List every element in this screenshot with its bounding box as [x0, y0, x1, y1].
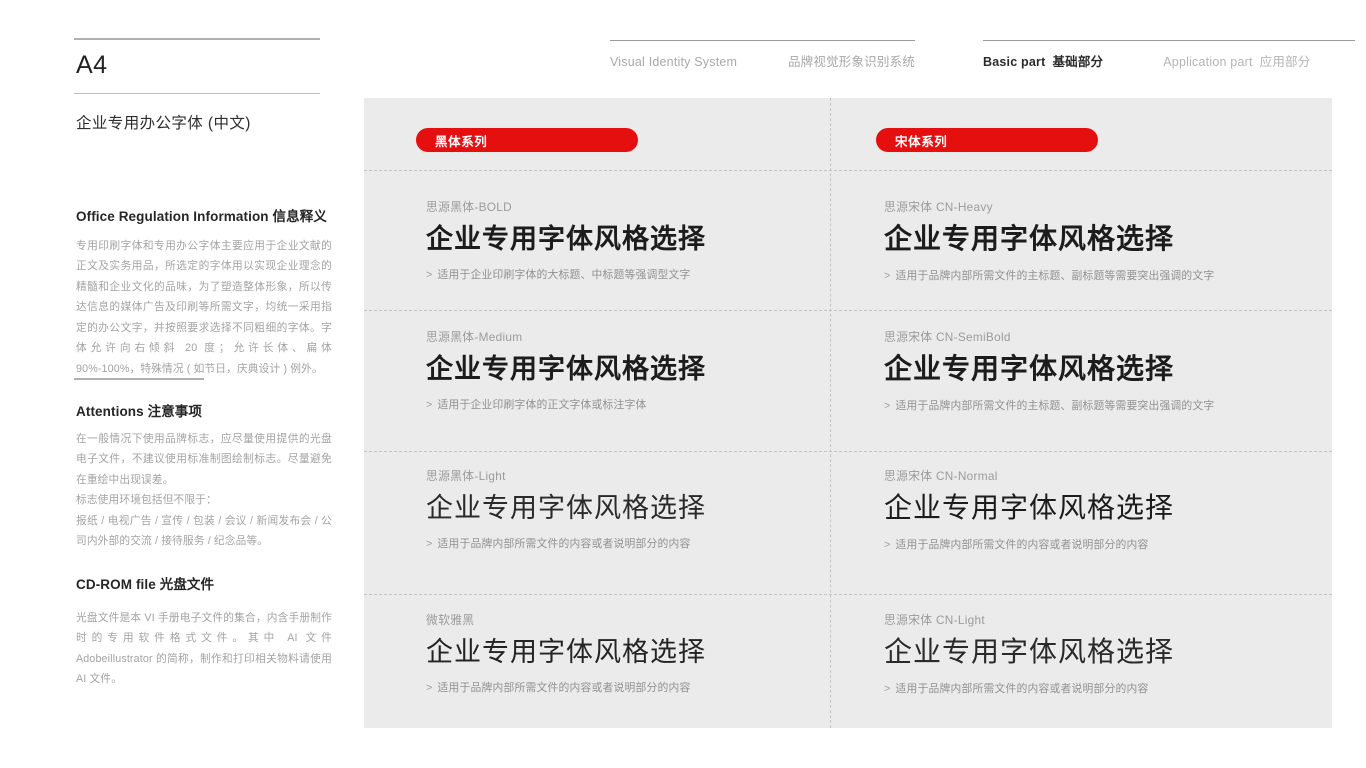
nav-visual-identity-system-cn: 品牌视觉形象识别系统	[787, 55, 915, 69]
section-heading-cdrom-en: CD-ROM file	[76, 577, 156, 592]
font-sample-usage: > 适用于品牌内部所需文件的主标题、副标题等需要突出强调的文字	[884, 397, 1304, 413]
font-sample-name: 微软雅黑	[426, 613, 475, 627]
font-sample-heiti-medium: 思源黑体-Medium 企业专用字体风格选择 > 适用于企业印刷字体的正文字体或标…	[426, 328, 846, 412]
section-body-attentions-1: 在一般情况下使用品牌标志，应尽量使用提供的光盘电子文件，不建议使用标准制图绘制标…	[76, 432, 332, 486]
font-sample-songti-normal: 思源宋体 CN-Normal 企业专用字体风格选择 > 适用于品牌内部所需文件的内…	[884, 467, 1304, 552]
grid-divider-horizontal	[364, 594, 1332, 595]
section-office-regulation: Office Regulation Information 信息释义 专用印刷字…	[74, 208, 332, 379]
nav-application-part-en[interactable]: Application part	[1163, 55, 1252, 69]
category-badge-songti[interactable]: 宋体系列	[876, 128, 1098, 152]
page-title: 企业专用办公字体 (中文)	[76, 114, 251, 132]
grid-divider-horizontal	[364, 310, 1332, 311]
section-heading-office: Office Regulation Information 信息释义	[76, 208, 332, 226]
font-sample-name: 思源宋体 CN-Normal	[884, 469, 998, 483]
font-sample-name: 思源宋体 CN-Light	[884, 613, 985, 627]
section-heading-office-en: Office Regulation Information	[76, 209, 269, 224]
font-sample-specimen: 企业专用字体风格选择	[426, 637, 706, 667]
font-sample-usage: > 适用于企业印刷字体的大标题、中标题等强调型文字	[426, 266, 846, 282]
font-sample-specimen: 企业专用字体风格选择	[426, 354, 706, 384]
font-sample-songti-light: 思源宋体 CN-Light 企业专用字体风格选择 > 适用于品牌内部所需文件的内容…	[884, 611, 1304, 696]
header-nav: Visual Identity System 品牌视觉形象识别系统 Basic …	[610, 40, 1355, 70]
font-sample-specimen: 企业专用字体风格选择	[884, 493, 1175, 524]
font-sample-heiti-light: 思源黑体-Light 企业专用字体风格选择 > 适用于品牌内部所需文件的内容或者说…	[426, 467, 846, 551]
font-sample-name: 思源黑体-Medium	[426, 330, 523, 344]
section-heading-attentions-cn: 注意事项	[147, 404, 203, 419]
font-sample-usage-text: 适用于品牌内部所需文件的内容或者说明部分的内容	[895, 539, 1149, 552]
font-sample-usage-text: 适用于品牌内部所需文件的主标题、副标题等需要突出强调的文字	[895, 400, 1215, 413]
nav-application-part-cn[interactable]: 应用部分	[1260, 51, 1311, 70]
nav-group-parts: Basic part 基础部分 Application part 应用部分	[983, 40, 1355, 70]
section-body-attentions-2: 标志使用环境包括但不限于：	[76, 494, 217, 507]
section-body-office: 专用印刷字体和专用办公字体主要应用于企业文献的正文及实务用品，所选定的字体用以实…	[76, 239, 332, 375]
font-sample-name: 思源黑体-BOLD	[426, 200, 512, 214]
font-sample-specimen: 企业专用字体风格选择	[884, 354, 1175, 385]
arrow-icon: >	[426, 269, 433, 282]
font-sample-name: 思源宋体 CN-Heavy	[884, 200, 993, 214]
font-sample-songti-semibold: 思源宋体 CN-SemiBold 企业专用字体风格选择 > 适用于品牌内部所需文件…	[884, 328, 1304, 413]
font-sample-specimen: 企业专用字体风格选择	[884, 637, 1175, 668]
font-sample-usage: > 适用于品牌内部所需文件的内容或者说明部分的内容	[884, 680, 1304, 696]
nav-group-visual-identity: Visual Identity System 品牌视觉形象识别系统	[610, 40, 915, 70]
font-sample-usage: > 适用于品牌内部所需文件的内容或者说明部分的内容	[426, 679, 846, 695]
vi-manual-page: Visual Identity System 品牌视觉形象识别系统 Basic …	[0, 0, 1366, 768]
grid-divider-horizontal	[364, 170, 1332, 171]
nav-basic-part-cn[interactable]: 基础部分	[1052, 51, 1103, 70]
section-heading-attentions-en: Attentions	[76, 404, 144, 419]
section-heading-attentions: Attentions 注意事项	[76, 403, 332, 421]
font-sample-usage-text: 适用于品牌内部所需文件的内容或者说明部分的内容	[437, 538, 691, 551]
category-badge-heiti-label: 黑体系列	[435, 134, 488, 149]
font-sample-usage-text: 适用于企业印刷字体的大标题、中标题等强调型文字	[437, 269, 691, 282]
font-sample-specimen: 企业专用字体风格选择	[426, 493, 706, 523]
arrow-icon: >	[884, 400, 891, 413]
font-sample-name: 思源黑体-Light	[426, 469, 506, 483]
page-code: A4	[76, 51, 108, 79]
section-body-attentions-3: 报纸 / 电视广告 / 宣传 / 包装 / 会议 / 新闻发布会 / 公司内外部…	[76, 514, 332, 548]
font-sample-usage: > 适用于品牌内部所需文件的内容或者说明部分的内容	[884, 536, 1304, 552]
font-sample-usage: > 适用于品牌内部所需文件的主标题、副标题等需要突出强调的文字	[884, 267, 1304, 283]
font-sample-usage: > 适用于企业印刷字体的正文字体或标注字体	[426, 396, 846, 412]
font-sample-heiti-bold: 思源黑体-BOLD 企业专用字体风格选择 > 适用于企业印刷字体的大标题、中标题等…	[426, 198, 846, 282]
section-heading-cdrom: CD-ROM file 光盘文件	[76, 576, 332, 594]
nav-visual-identity-system-en: Visual Identity System	[610, 55, 738, 69]
font-sample-songti-heavy: 思源宋体 CN-Heavy 企业专用字体风格选择 > 适用于品牌内部所需文件的主标…	[884, 198, 1304, 283]
section-body-cdrom: 光盘文件是本 VI 手册电子文件的集合，内含手册制作时的专用软件格式文件。其中 …	[76, 611, 332, 686]
font-sample-specimen: 企业专用字体风格选择	[426, 224, 706, 254]
arrow-icon: >	[426, 682, 433, 695]
arrow-icon: >	[884, 539, 891, 552]
section-cdrom: CD-ROM file 光盘文件 光盘文件是本 VI 手册电子文件的集合，内含手…	[74, 576, 332, 690]
grid-divider-horizontal	[364, 451, 1332, 452]
font-sample-usage: > 适用于品牌内部所需文件的内容或者说明部分的内容	[426, 535, 846, 551]
font-sample-yahei: 微软雅黑 企业专用字体风格选择 > 适用于品牌内部所需文件的内容或者说明部分的内容	[426, 611, 846, 695]
category-badge-heiti[interactable]: 黑体系列	[416, 128, 638, 152]
arrow-icon: >	[426, 399, 433, 412]
font-sample-usage-text: 适用于企业印刷字体的正文字体或标注字体	[437, 399, 647, 412]
section-attentions: Attentions 注意事项 在一般情况下使用品牌标志，应尽量使用提供的光盘电…	[74, 403, 332, 552]
arrow-icon: >	[426, 538, 433, 551]
arrow-icon: >	[884, 270, 891, 283]
category-badge-songti-label: 宋体系列	[895, 134, 948, 149]
font-sample-usage-text: 适用于品牌内部所需文件的内容或者说明部分的内容	[895, 683, 1149, 696]
section-heading-cdrom-cn: 光盘文件	[159, 577, 215, 592]
font-sample-name: 思源宋体 CN-SemiBold	[884, 330, 1011, 344]
nav-basic-part-en[interactable]: Basic part	[983, 55, 1045, 69]
sidebar: A4 企业专用办公字体 (中文) Office Regulation Infor…	[74, 0, 336, 768]
divider-attentions	[74, 378, 204, 380]
font-sample-specimen: 企业专用字体风格选择	[884, 224, 1175, 255]
font-sample-usage-text: 适用于品牌内部所需文件的内容或者说明部分的内容	[437, 682, 691, 695]
font-sample-usage-text: 适用于品牌内部所需文件的主标题、副标题等需要突出强调的文字	[895, 270, 1215, 283]
arrow-icon: >	[884, 683, 891, 696]
section-heading-office-cn: 信息释义	[272, 209, 327, 224]
